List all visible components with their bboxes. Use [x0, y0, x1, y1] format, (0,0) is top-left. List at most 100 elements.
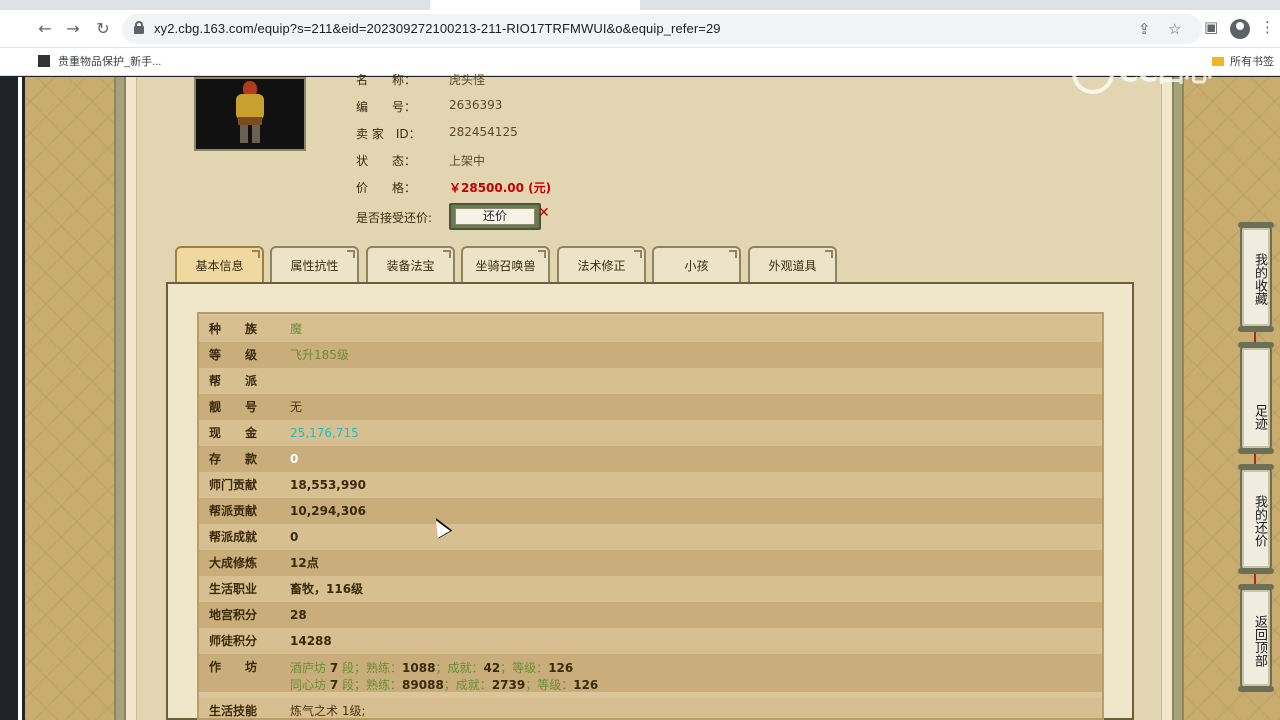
my-favorites-label: 我的收藏 [1252, 253, 1267, 305]
tab-attributes[interactable]: 属性抗性 [270, 246, 359, 282]
row-value: 飞升185级 [290, 348, 349, 362]
seller-label: 卖 家 ID： [356, 127, 421, 141]
table-row: 存 款 0 [199, 446, 1102, 472]
folder-icon [1212, 57, 1224, 66]
status-label: 状 态： [356, 154, 417, 168]
row-label: 种 族 [209, 322, 258, 336]
row-label: 师门贡献 [209, 478, 258, 492]
row-label: 现 金 [209, 426, 258, 440]
lock-icon[interactable] [134, 21, 144, 34]
close-icon[interactable]: ✕ [538, 205, 550, 221]
name-label: 名 称： [356, 73, 417, 87]
all-bookmarks[interactable]: 所有书签 [1212, 53, 1274, 69]
table-row: 帮派贡献 10,294,306 [199, 498, 1102, 524]
table-row: 地宫积分 28 [199, 602, 1102, 628]
workshop-line-1: 酒庐坊 7 段；熟练：1088；成就：42；等级：126 [290, 661, 574, 675]
row-label: 生活职业 [209, 582, 258, 596]
table-row: 帮 派 [199, 368, 1102, 394]
table-row: 等 级 飞升185级 [199, 342, 1102, 368]
reload-icon[interactable]: ↻ [92, 18, 114, 40]
right-frame-border [1172, 77, 1184, 720]
back-to-top-button[interactable]: 返回顶部 [1240, 588, 1272, 688]
row-label: 大成修炼 [209, 556, 258, 570]
footprint-button[interactable]: 足迹 [1240, 346, 1272, 450]
row-value: 25,176,715 [290, 426, 359, 440]
tab-children[interactable]: 小孩 [652, 246, 741, 282]
price-value: ￥28500.00 (元) [449, 181, 552, 195]
tab-spell-modifiers[interactable]: 法术修正 [557, 246, 646, 282]
active-browser-tab[interactable] [430, 0, 640, 10]
row-label: 作 坊 [209, 660, 258, 674]
menu-icon[interactable]: ⋮ [1260, 18, 1275, 36]
row-value: 28 [290, 608, 307, 622]
bookmark-label: 贵重物品保护_新手... [58, 56, 162, 68]
back-to-top-label: 返回顶部 [1252, 615, 1267, 667]
row-value: 0 [290, 530, 299, 544]
character-figure-icon [230, 81, 270, 145]
row-label: 生活技能 [209, 704, 258, 718]
table-row: 大成修炼 12点 [199, 550, 1102, 576]
row-label: 靓 号 [209, 400, 258, 414]
row-value: 14288 [290, 634, 332, 648]
row-value: 18,553,990 [290, 478, 366, 492]
url-text[interactable]: xy2.cbg.163.com/equip?s=211&eid=20230927… [154, 21, 721, 36]
row-label: 帮 派 [209, 374, 258, 388]
counter-offer-button[interactable]: 还价 [449, 203, 541, 230]
left-frame-border [114, 77, 126, 720]
row-value: 10,294,306 [290, 504, 366, 518]
scroll-cap [1238, 448, 1274, 454]
address-bar[interactable]: xy2.cbg.163.com/equip?s=211&eid=20230927… [122, 14, 1202, 44]
row-label: 等 级 [209, 348, 258, 362]
id-label: 编 号： [356, 100, 417, 114]
table-row: 生活技能 炼气之术 1级; [199, 698, 1102, 718]
price-label: 价 格： [356, 181, 417, 195]
star-icon[interactable]: ☆ [1168, 20, 1181, 38]
watermark-logo-icon [1072, 52, 1114, 94]
tab-cosmetics[interactable]: 外观道具 [748, 246, 837, 282]
counter-offer-button-label: 还价 [455, 208, 535, 225]
seller-value: 282454125 [449, 125, 518, 139]
status-value: 上架中 [449, 154, 486, 168]
bookmark-item[interactable]: 贵重物品保护_新手... [38, 53, 161, 69]
character-portrait [194, 77, 306, 151]
table-row: 靓 号 无 [199, 394, 1102, 420]
table-row: 帮派成就 0 [199, 524, 1102, 550]
row-label: 地宫积分 [209, 608, 258, 622]
tab-basic-info[interactable]: 基本信息 [175, 246, 264, 282]
scroll-cap [1238, 568, 1274, 574]
profile-avatar[interactable] [1230, 19, 1250, 39]
scroll-cap [1238, 326, 1274, 332]
table-row: 种 族 魔 [199, 316, 1102, 342]
watermark-text: CC西心 [1118, 55, 1212, 88]
my-counter-offers-label: 我的还价 [1252, 495, 1267, 547]
row-label: 师徒积分 [209, 634, 258, 648]
browser-toolbar: ← → ↻ xy2.cbg.163.com/equip?s=211&eid=20… [0, 10, 1280, 48]
row-value: 畜牧，116级 [290, 582, 364, 596]
watermark: CC西心 [1072, 50, 1212, 94]
row-value: 炼气之术 1级; [290, 704, 366, 718]
my-favorites-button[interactable]: 我的收藏 [1240, 226, 1272, 328]
share-icon[interactable]: ⇪ [1138, 20, 1151, 38]
workshop-line-2: 同心坊 7 段；熟练：89088；成就：2739；等级：126 [290, 678, 599, 692]
all-bookmarks-label: 所有书签 [1230, 55, 1274, 68]
table-row: 生活职业 畜牧，116级 [199, 576, 1102, 602]
table-row: 现 金 25,176,715 [199, 420, 1102, 446]
row-label: 存 款 [209, 452, 258, 466]
row-value: 12点 [290, 556, 319, 570]
row-value: 魔 [290, 322, 303, 336]
my-counter-offers-button[interactable]: 我的还价 [1240, 468, 1272, 570]
bookmark-favicon-icon [38, 55, 50, 67]
table-row: 师徒积分 14288 [199, 628, 1102, 654]
row-value: 无 [290, 400, 303, 414]
forward-icon[interactable]: → [62, 18, 84, 40]
sidepanel-icon[interactable]: ▣ [1204, 18, 1218, 36]
scroll-cap [1238, 686, 1274, 692]
row-label: 帮派贡献 [209, 504, 258, 518]
tab-equipment[interactable]: 装备法宝 [366, 246, 455, 282]
id-value: 2636393 [449, 98, 503, 112]
back-icon[interactable]: ← [34, 18, 56, 40]
tab-strip [0, 0, 1280, 10]
tab-mounts-summons[interactable]: 坐骑召唤兽 [461, 246, 550, 282]
name-value: 虎头怪 [449, 73, 486, 87]
row-value: 0 [290, 452, 299, 466]
